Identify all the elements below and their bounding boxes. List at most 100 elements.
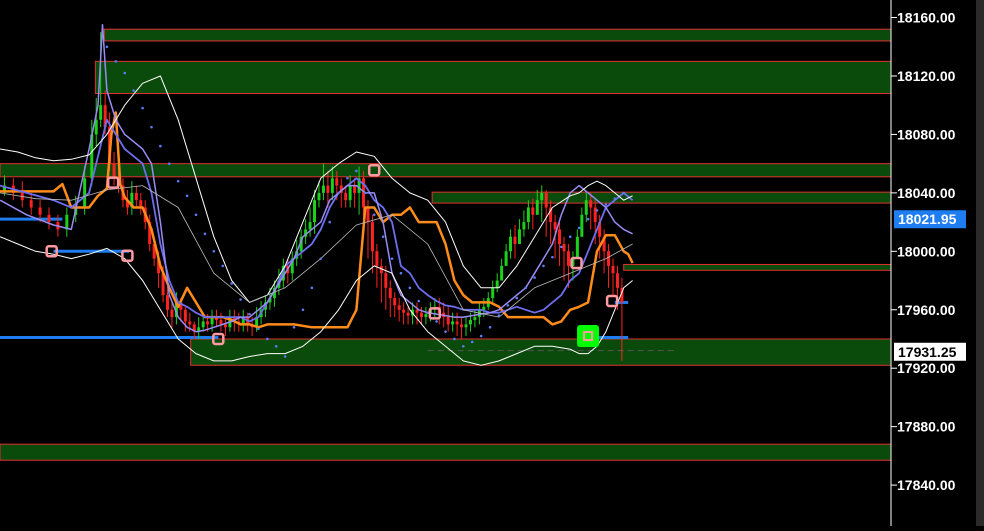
dot-22 xyxy=(301,308,305,312)
dot-27 xyxy=(346,176,349,180)
dot-57 xyxy=(613,197,617,201)
candle-body xyxy=(473,317,477,320)
dot-47 xyxy=(524,286,527,290)
candle-body xyxy=(65,214,69,230)
dot-56 xyxy=(604,203,608,206)
dot-10 xyxy=(194,213,198,217)
dot-20 xyxy=(283,355,287,358)
dot-26 xyxy=(337,191,340,195)
candle-body xyxy=(509,236,513,252)
dot-12 xyxy=(212,250,216,253)
candle-body xyxy=(370,222,374,252)
candle-body xyxy=(335,178,339,186)
dot-7 xyxy=(167,162,171,165)
y-tick-label: 17880.00 xyxy=(897,419,956,435)
candle-body xyxy=(201,321,205,328)
y-tick-label: 17960.00 xyxy=(897,302,956,318)
dot-37 xyxy=(435,320,438,323)
dot-25 xyxy=(328,220,331,224)
candle-body xyxy=(464,324,468,328)
signal-marker-big-9 xyxy=(577,325,600,348)
candle-body xyxy=(170,309,174,318)
candle-body xyxy=(460,324,464,328)
candle-body xyxy=(317,192,321,201)
dot-29 xyxy=(364,191,367,195)
zone-1 xyxy=(94,60,892,95)
candle-body xyxy=(112,163,116,179)
chart-area[interactable]: 18160.00 18120.00 18080.00 18040.00 18000.00… xyxy=(0,0,984,526)
price-marker-label-0: 18021.95 xyxy=(898,211,957,227)
zone-5 xyxy=(190,338,892,366)
candle-body xyxy=(388,287,392,299)
candle-body xyxy=(446,317,450,325)
dot-39 xyxy=(453,337,456,341)
candle-body xyxy=(615,273,619,288)
dot-40 xyxy=(462,344,465,348)
candle-body xyxy=(29,200,33,208)
candle-body xyxy=(558,229,562,245)
y-tick-label: 18160.00 xyxy=(897,10,956,26)
dot-32 xyxy=(390,257,394,260)
candle-body xyxy=(206,321,210,325)
dot-0 xyxy=(105,45,109,49)
dot-33 xyxy=(399,271,403,275)
dot-38 xyxy=(444,330,447,333)
candle-body xyxy=(384,273,388,288)
candle-body xyxy=(566,251,570,266)
candle-body xyxy=(326,185,330,193)
dot-5 xyxy=(150,125,153,129)
zone-2 xyxy=(0,163,892,178)
dot-30 xyxy=(372,213,376,217)
dot-6 xyxy=(159,144,162,148)
dot-48 xyxy=(533,276,536,279)
dot-18 xyxy=(266,337,269,341)
dot-4 xyxy=(141,106,144,110)
dot-45 xyxy=(506,304,510,307)
candle-body xyxy=(451,321,455,325)
candle-body xyxy=(531,207,535,215)
dot-35 xyxy=(417,299,421,303)
candle-body xyxy=(47,214,51,223)
candle-body xyxy=(188,321,192,325)
candle-body xyxy=(504,251,508,266)
dot-49 xyxy=(542,264,545,268)
price-chart[interactable]: 18160.00 18120.00 18080.00 18040.00 18000.00… xyxy=(0,0,984,526)
dot-1 xyxy=(114,60,118,63)
candle-body xyxy=(580,214,584,237)
candle-body xyxy=(308,222,312,230)
dot-9 xyxy=(185,194,189,198)
y-tick-label: 18040.00 xyxy=(897,185,956,201)
candle-body xyxy=(482,306,486,310)
dot-58 xyxy=(622,191,625,195)
candle-body xyxy=(553,222,557,230)
dot-3 xyxy=(132,89,135,92)
candle-body xyxy=(517,229,521,245)
y-tick-label: 17840.00 xyxy=(897,477,956,493)
dot-17 xyxy=(257,327,260,331)
y-axis[interactable]: 18160.00 18120.00 18080.00 18040.00 18000.00… xyxy=(891,10,966,494)
dot-44 xyxy=(497,314,501,317)
candle-body xyxy=(406,312,410,316)
dot-19 xyxy=(274,344,278,348)
y-tick-label: 18120.00 xyxy=(897,68,956,84)
candle-body xyxy=(584,200,588,215)
dot-31 xyxy=(381,235,385,238)
candle-body xyxy=(500,265,504,281)
candle-body xyxy=(419,312,423,318)
y-tick-label: 18080.00 xyxy=(897,126,956,142)
zone-3 xyxy=(431,191,892,204)
dot-28 xyxy=(355,169,358,173)
dot-24 xyxy=(319,257,323,260)
candle-body xyxy=(219,319,223,325)
dot-55 xyxy=(595,209,599,212)
candle-body xyxy=(455,321,459,325)
candle-body xyxy=(83,178,87,208)
candle-body xyxy=(313,200,317,223)
candle-body xyxy=(402,309,406,313)
right-scrollbar[interactable] xyxy=(976,0,984,526)
zone-4 xyxy=(623,263,892,271)
candle-body xyxy=(495,280,499,288)
candle-body xyxy=(375,251,379,266)
dot-52 xyxy=(568,235,572,238)
candle-body xyxy=(589,200,593,208)
